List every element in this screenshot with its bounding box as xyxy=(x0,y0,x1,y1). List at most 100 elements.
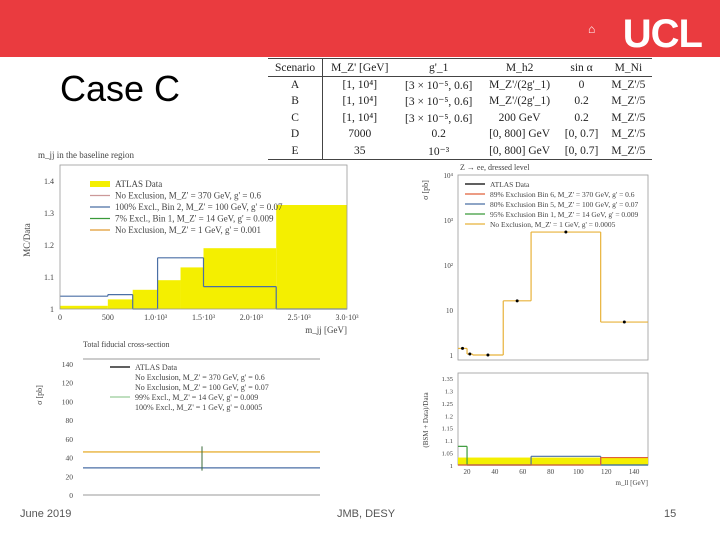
legend-entry: ATLAS Data xyxy=(490,180,530,189)
col-header: M_h2 xyxy=(480,58,559,77)
x-tick-label: 1.0·10³ xyxy=(144,313,168,322)
y-axis-label: (BSM + Data)/Data xyxy=(422,391,430,447)
x-tick-label: 100 xyxy=(573,468,584,476)
y-tick-label: 80 xyxy=(66,416,74,425)
legend-entry: 95% Exclusion Bin 1, M_Z' = 14 GeV, g' =… xyxy=(490,210,639,219)
table-cell: [3 × 10⁻⁵, 0.6] xyxy=(404,80,473,92)
table-cell: 0.2 xyxy=(574,95,589,108)
y-tick-label: 1.2 xyxy=(44,241,54,250)
legend-entry: No Exclusion, M_Z' = 100 GeV, g' = 0.07 xyxy=(135,383,269,392)
table-cell: 0 xyxy=(578,79,585,91)
table-cell: 10⁻³ xyxy=(396,142,481,160)
table-cell: 200 GeV xyxy=(498,111,541,124)
y-tick-label: 1.25 xyxy=(442,401,453,408)
data-point xyxy=(461,346,465,350)
table-row: C [1, 10⁴] [3 × 10⁻⁵, 0.6] 200 GeV 0.2 M_Z'/5 xyxy=(268,109,652,126)
y-tick-label: 1.1 xyxy=(44,273,54,282)
table-cell: M_Z'/(2g'_1) xyxy=(489,95,551,108)
page-number: 15 xyxy=(664,508,677,520)
slide-title: Case C xyxy=(60,68,181,109)
table-cell: [0, 800] GeV xyxy=(480,142,559,160)
x-tick-label: 60 xyxy=(519,468,527,476)
x-tick-label: 2.0·10³ xyxy=(240,313,264,322)
x-tick-label: 1.5·10³ xyxy=(192,313,216,322)
plot-frame xyxy=(457,372,649,466)
table-cell: M_Z'/5 xyxy=(611,128,646,141)
y-tick-label: 1.1 xyxy=(445,438,453,445)
data-point xyxy=(515,299,519,303)
plot-title: m_jj in the baseline region xyxy=(38,150,134,160)
table-cell: [1, 10⁴] xyxy=(342,95,378,108)
table-cell: [0, 0.7] xyxy=(564,128,599,141)
y-tick-label: 0 xyxy=(69,491,73,500)
x-tick-label: 80 xyxy=(547,468,555,476)
table-cell: M_Z'/(2g'_1) xyxy=(489,79,551,91)
col-header: M_Ni xyxy=(604,58,652,77)
table-cell: M_Z'/5 xyxy=(604,142,652,160)
data-bar xyxy=(180,267,204,309)
data-bar xyxy=(60,305,108,309)
data-point xyxy=(486,353,490,357)
table-row: B [1, 10⁴] [3 × 10⁻⁵, 0.6] M_Z'/(2g'_1) 0.2 M… xyxy=(268,93,652,110)
table-cell: M_Z'/5 xyxy=(611,95,646,108)
x-axis-label: m_jj [GeV] xyxy=(305,325,347,335)
y-tick-label: 1 xyxy=(450,463,453,470)
x-tick-label: 120 xyxy=(601,468,612,476)
table-cell: [1, 10⁴] xyxy=(342,111,378,124)
footer-author: JMB, DESY xyxy=(337,508,396,520)
table-cell: D xyxy=(268,126,324,143)
data-point xyxy=(564,230,568,234)
legend-entry: No Exclusion, M_Z' = 1 GeV, g' = 0.001 xyxy=(115,225,261,235)
x-tick-label: 140 xyxy=(629,468,640,476)
data-band xyxy=(458,457,468,465)
plot-title: Z → ee, dressed level xyxy=(460,163,530,172)
table-cell: M_Z'/5 xyxy=(611,79,646,91)
y-tick-label: 1.35 xyxy=(442,376,453,383)
table-cell: 0.2 xyxy=(431,128,446,141)
cross-section-plot: Total fiducial cross-section 0 20 40 60 80 100… xyxy=(35,340,320,500)
y-axis-label: MC/Data xyxy=(22,223,32,257)
y-tick-label: 1 xyxy=(450,352,454,360)
y-axis-label: σ [pb] xyxy=(35,385,44,405)
legend-entry: 99% Excl., M_Z' = 14 GeV, g' = 0.009 xyxy=(135,393,258,402)
y-tick-label: 40 xyxy=(66,454,74,463)
table-cell: M_Z'/5 xyxy=(611,111,646,124)
legend-entry: 7% Excl., Bin 1, M_Z' = 14 GeV, g' = 0.0… xyxy=(115,214,274,224)
col-header: Scenario xyxy=(268,58,324,77)
legend-entry: No Exclusion, M_Z' = 370 GeV, g' = 0.6 xyxy=(135,373,265,382)
y-tick-label: 1.3 xyxy=(44,209,54,218)
y-tick-label: 1.2 xyxy=(445,413,453,420)
table-cell: [1, 10⁴] xyxy=(342,79,378,91)
y-tick-label: 10⁴ xyxy=(444,172,454,180)
table-cell: 7000 xyxy=(348,128,372,141)
table-cell: B xyxy=(268,93,324,110)
col-header: M_Z' [GeV] xyxy=(322,58,397,77)
x-tick-label: 2.5·10³ xyxy=(288,313,312,322)
legend-entry: No Exclusion, M_Z' = 370 GeV, g' = 0.6 xyxy=(115,191,261,201)
ucl-dome-icon: ⌂ xyxy=(588,22,596,36)
y-tick-label: 60 xyxy=(66,435,74,444)
data-point xyxy=(468,352,472,356)
data-band xyxy=(467,457,532,465)
data-point xyxy=(622,320,626,324)
legend-entry: 80% Exclusion Bin 5, M_Z' = 100 GeV, g' … xyxy=(490,200,639,209)
legend-entry: 100% Excl., Bin 2, M_Z' = 100 GeV, g' = … xyxy=(115,202,283,212)
table-cell: A xyxy=(268,76,324,93)
footer-date: June 2019 xyxy=(20,508,72,520)
table-cell: [3 × 10⁻⁵, 0.6] xyxy=(404,112,473,125)
col-header: g'_1 xyxy=(396,58,481,77)
table-cell: [0, 800] GeV xyxy=(489,128,551,141)
y-tick-label: 10 xyxy=(446,307,454,315)
ucl-logo: UCL xyxy=(622,12,703,56)
header-bar: ⌂ UCL xyxy=(0,0,720,57)
data-band xyxy=(531,457,601,465)
table-row: A [1, 10⁴] [3 × 10⁻⁵, 0.6] M_Z'/(2g'_1) 0 M_Z… xyxy=(268,76,652,93)
x-tick-label: 0 xyxy=(58,313,62,322)
y-tick-label: 1 xyxy=(50,305,54,314)
data-bar xyxy=(276,205,347,309)
table-cell: [0, 0.7] xyxy=(558,142,605,160)
data-bar xyxy=(203,248,277,309)
y-tick-label: 1.4 xyxy=(44,177,54,186)
data-bar xyxy=(132,289,158,309)
y-axis-label: σ [pb] xyxy=(421,180,430,200)
